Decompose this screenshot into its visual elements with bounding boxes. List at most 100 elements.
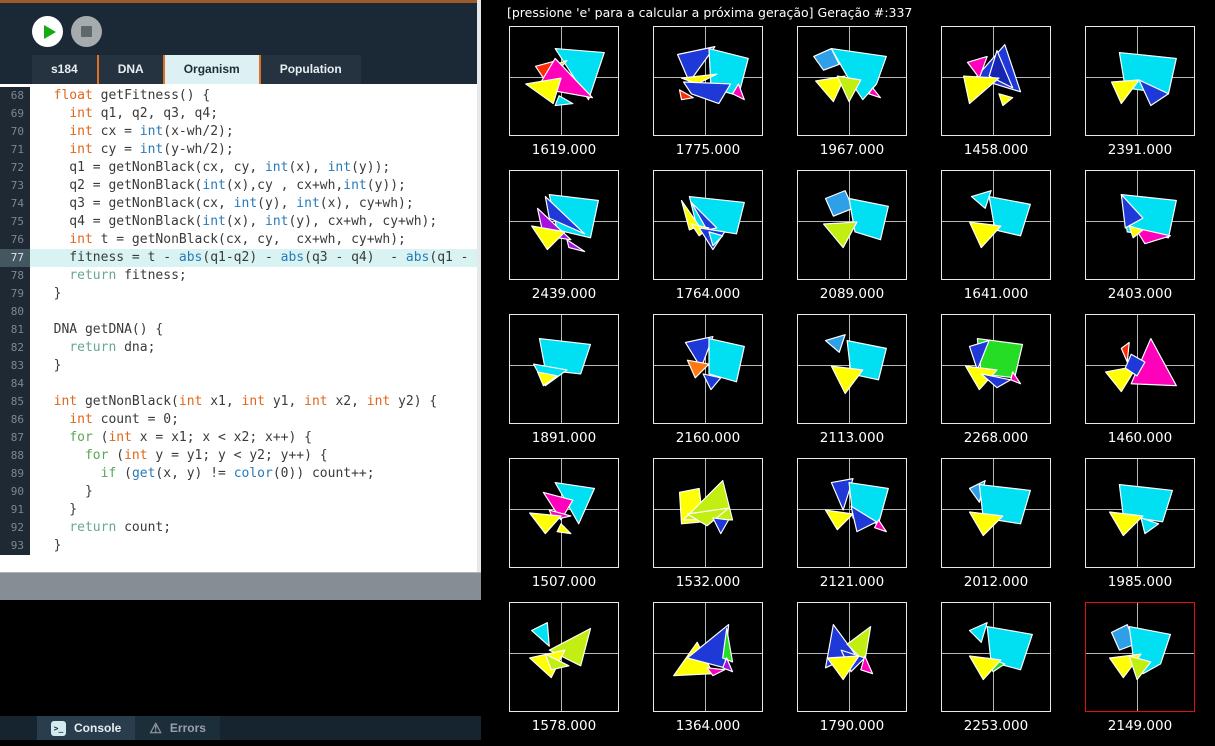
code-text: int t = getNonBlack(cx, cy, cx+wh, cy+wh… xyxy=(30,231,477,249)
triangle-shape xyxy=(526,78,561,104)
organism-slot: 1507.000 xyxy=(509,458,619,602)
console-output xyxy=(0,600,481,716)
organism-canvas xyxy=(1086,603,1194,711)
organism-cell[interactable] xyxy=(1085,458,1195,568)
organism-canvas xyxy=(798,171,906,279)
organism-canvas xyxy=(654,459,762,567)
tab-dna[interactable]: DNA xyxy=(99,55,165,84)
organism-cell[interactable] xyxy=(797,314,907,424)
run-button[interactable] xyxy=(32,16,63,47)
code-text: float getFitness() { xyxy=(30,87,477,105)
stop-button[interactable] xyxy=(71,16,102,47)
organism-cell[interactable] xyxy=(509,458,619,568)
code-line: 78 return fitness; xyxy=(0,267,477,285)
organism-cell[interactable] xyxy=(509,170,619,280)
code-text: q2 = getNonBlack(int(x),cy , cx+wh,int(y… xyxy=(30,177,477,195)
code-text: q1 = getNonBlack(cx, cy, int(x), int(y))… xyxy=(30,159,477,177)
code-line: 74 q3 = getNonBlack(cx, int(y), int(x), … xyxy=(0,195,477,213)
fitness-value: 2253.000 xyxy=(941,712,1051,746)
organism-canvas xyxy=(1086,171,1194,279)
code-text: } xyxy=(30,285,477,303)
fitness-value: 2160.000 xyxy=(653,424,763,458)
play-icon xyxy=(44,25,56,39)
organism-cell-selected[interactable] xyxy=(1085,602,1195,712)
tab-population[interactable]: Population xyxy=(261,55,361,84)
tab-s184[interactable]: s184 xyxy=(32,55,99,84)
organism-canvas xyxy=(510,315,618,423)
organism-cell[interactable] xyxy=(1085,170,1195,280)
line-number: 88 xyxy=(0,447,30,465)
line-number: 84 xyxy=(0,375,30,393)
code-line: 84 xyxy=(0,375,477,393)
organism-cell[interactable] xyxy=(797,602,907,712)
code-text: if (get(x, y) != color(0)) count++; xyxy=(30,465,477,483)
code-line: 87 for (int x = x1; x < x2; x++) { xyxy=(0,429,477,447)
line-number: 69 xyxy=(0,105,30,123)
fitness-value: 1364.000 xyxy=(653,712,763,746)
tab-bar: s184DNAOrganismPopulation xyxy=(0,55,477,84)
organism-canvas xyxy=(510,459,618,567)
organism-cell[interactable] xyxy=(653,458,763,568)
code-editor[interactable]: 68 float getFitness() {69 int q1, q2, q3… xyxy=(0,84,477,558)
code-text: int cx = int(x-wh/2); xyxy=(30,123,477,141)
organism-cell[interactable] xyxy=(653,314,763,424)
triangle-shape xyxy=(824,222,857,248)
triangle-shape xyxy=(683,82,730,104)
organism-cell[interactable] xyxy=(653,26,763,136)
console-tab[interactable]: >_ Console xyxy=(37,716,135,740)
line-number: 85 xyxy=(0,393,30,411)
code-line: 76 int t = getNonBlack(cx, cy, cx+wh, cy… xyxy=(0,231,477,249)
fitness-value: 1460.000 xyxy=(1085,424,1195,458)
warning-icon: ⚠ xyxy=(149,721,162,735)
fitness-value: 2089.000 xyxy=(797,280,907,314)
organism-cell[interactable] xyxy=(509,602,619,712)
triangle-shape xyxy=(1110,512,1143,536)
code-line: 69 int q1, q2, q3, q4; xyxy=(0,105,477,123)
organism-canvas xyxy=(510,603,618,711)
line-number: 81 xyxy=(0,321,30,339)
code-line: 85 int getNonBlack(int x1, int y1, int x… xyxy=(0,393,477,411)
triangle-shape xyxy=(1121,342,1129,362)
organism-canvas xyxy=(942,171,1050,279)
fitness-value: 1532.000 xyxy=(653,568,763,602)
horizontal-scrollbar[interactable] xyxy=(0,572,481,600)
organism-cell[interactable] xyxy=(941,314,1051,424)
fitness-value: 1641.000 xyxy=(941,280,1051,314)
organism-cell[interactable] xyxy=(1085,26,1195,136)
organism-cell[interactable] xyxy=(941,458,1051,568)
organism-slot: 1764.000 xyxy=(653,170,763,314)
fitness-value: 2403.000 xyxy=(1085,280,1195,314)
line-number: 74 xyxy=(0,195,30,213)
errors-tab[interactable]: ⚠ Errors xyxy=(135,716,220,740)
ide-toolbar xyxy=(0,3,477,55)
organism-canvas xyxy=(798,27,906,135)
organism-slot: 1460.000 xyxy=(1085,314,1195,458)
line-number: 76 xyxy=(0,231,30,249)
code-text: return count; xyxy=(30,519,477,537)
triangle-shape xyxy=(971,191,991,209)
organism-cell[interactable] xyxy=(509,26,619,136)
organism-slot: 2160.000 xyxy=(653,314,763,458)
organism-cell[interactable] xyxy=(653,602,763,712)
organism-cell[interactable] xyxy=(1085,314,1195,424)
triangle-shape xyxy=(530,513,561,534)
code-text: int cy = int(y-wh/2); xyxy=(30,141,477,159)
organism-cell[interactable] xyxy=(941,170,1051,280)
organism-slot: 2121.000 xyxy=(797,458,907,602)
organism-slot: 1967.000 xyxy=(797,26,907,170)
organism-cell[interactable] xyxy=(509,314,619,424)
organism-canvas xyxy=(798,603,906,711)
organism-cell[interactable] xyxy=(797,458,907,568)
fitness-value: 2268.000 xyxy=(941,424,1051,458)
organism-cell[interactable] xyxy=(941,26,1051,136)
organism-cell[interactable] xyxy=(797,170,907,280)
organism-cell[interactable] xyxy=(653,170,763,280)
organism-slot: 1641.000 xyxy=(941,170,1051,314)
tab-organism[interactable]: Organism xyxy=(165,55,261,84)
code-text: } xyxy=(30,501,477,519)
organism-cell[interactable] xyxy=(797,26,907,136)
code-line: 93 } xyxy=(0,537,477,555)
fitness-value: 1507.000 xyxy=(509,568,619,602)
line-number: 86 xyxy=(0,411,30,429)
organism-cell[interactable] xyxy=(941,602,1051,712)
